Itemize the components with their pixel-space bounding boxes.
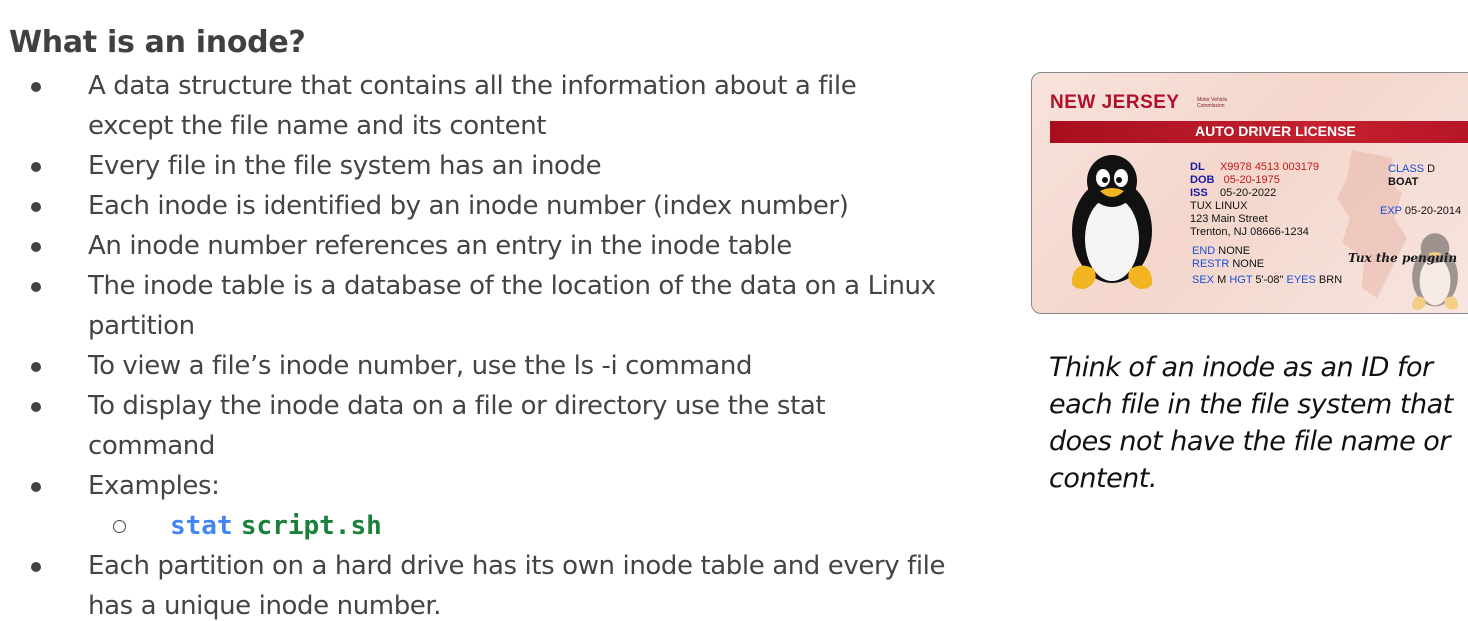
license-state: NEW JERSEY	[1050, 92, 1180, 113]
bullet-dot	[31, 202, 41, 212]
bullet-dot	[31, 162, 41, 172]
bullet-dot	[31, 402, 41, 412]
bullet-text: A data structure that contains all the i…	[88, 71, 857, 141]
caption-text: Think of an inode as an ID for each file…	[1049, 352, 1453, 494]
bullet-text: An inode number references an entry in t…	[88, 231, 792, 261]
license-iss-row: ISS 05-20-2022	[1190, 187, 1277, 199]
bullet-dot	[31, 482, 41, 492]
license-class-extra: BOAT	[1388, 176, 1419, 188]
license-hgt: 5'-08"	[1255, 274, 1284, 286]
tux-penguin-icon	[1071, 155, 1153, 289]
bullet-text: Examples:	[88, 471, 220, 501]
list-item: To display the inode data on a file or d…	[0, 386, 1000, 466]
license-exp: 05-20-2014	[1404, 205, 1462, 217]
bullet-dot	[31, 562, 41, 572]
license-street: 123 Main Street	[1190, 213, 1268, 225]
list-item: Every file in the file system has an ino…	[0, 146, 1000, 186]
bullet-dot	[31, 242, 41, 252]
bullet-dot	[31, 362, 41, 372]
list-item: To view a file’s inode number, use the l…	[0, 346, 1000, 386]
drivers-license-image: NEW JERSEY Motor Vehicle Commission AUTO…	[1031, 72, 1468, 314]
license-name: TUX LINUX	[1190, 200, 1248, 212]
sub-bullet-circle	[113, 520, 126, 533]
license-signature: Tux the penguin	[1348, 251, 1458, 265]
bullet-text: To view a file’s inode number, use the l…	[88, 351, 753, 381]
license-physical-row: SEX M HGT 5'-08" EYES BRN	[1192, 274, 1343, 286]
license-banner-text: AUTO DRIVER LICENSE	[1195, 123, 1356, 139]
bullet-text: To display the inode data on a file or d…	[88, 391, 826, 461]
list-item: Each partition on a hard drive has its o…	[0, 546, 1000, 621]
license-restr: NONE	[1232, 258, 1265, 270]
license-agency: Motor Vehicle Commission	[1197, 97, 1228, 109]
bullet-text: The inode table is a database of the loc…	[88, 271, 936, 341]
license-restr-row: RESTR NONE	[1192, 258, 1265, 270]
license-class: D	[1427, 163, 1436, 175]
license-dl: X9978 4513 003179	[1219, 161, 1320, 173]
license-dob: 05-20-1975	[1223, 174, 1280, 186]
license-dl-row: DL X9978 4513 003179	[1190, 161, 1320, 173]
list-item: A data structure that contains all the i…	[0, 66, 1000, 146]
example-argument: script.sh	[240, 511, 382, 541]
bullet-dot	[31, 82, 41, 92]
license-sex: M	[1217, 274, 1227, 286]
license-eyes: BRN	[1318, 274, 1343, 286]
license-dob-row: DOB 05-20-1975	[1190, 174, 1280, 186]
example-item: stat script.sh	[0, 506, 1000, 546]
license-class-row: CLASS D	[1388, 163, 1436, 175]
list-item: Examples:	[0, 466, 1000, 506]
bullet-text: Each partition on a hard drive has its o…	[88, 551, 946, 621]
list-item: An inode number references an entry in t…	[0, 226, 1000, 266]
bullet-dot	[31, 282, 41, 292]
example-command: stat	[170, 511, 233, 541]
list-item: The inode table is a database of the loc…	[0, 266, 1000, 346]
license-end: NONE	[1218, 245, 1251, 257]
license-banner: AUTO DRIVER LICENSE	[1050, 121, 1468, 143]
license-end-row: END NONE	[1192, 245, 1251, 257]
bullet-text: Each inode is identified by an inode num…	[88, 191, 849, 221]
slide-title: What is an inode?	[9, 25, 306, 60]
bullet-text: Every file in the file system has an ino…	[88, 151, 602, 181]
tux-penguin-ghost-icon	[1412, 233, 1458, 310]
bullet-list: A data structure that contains all the i…	[0, 66, 1000, 621]
license-city: Trenton, NJ 08666-1234	[1190, 226, 1309, 238]
license-exp-row: EXP 05-20-2014	[1380, 205, 1462, 217]
list-item: Each inode is identified by an inode num…	[0, 186, 1000, 226]
license-iss: 05-20-2022	[1219, 187, 1277, 199]
